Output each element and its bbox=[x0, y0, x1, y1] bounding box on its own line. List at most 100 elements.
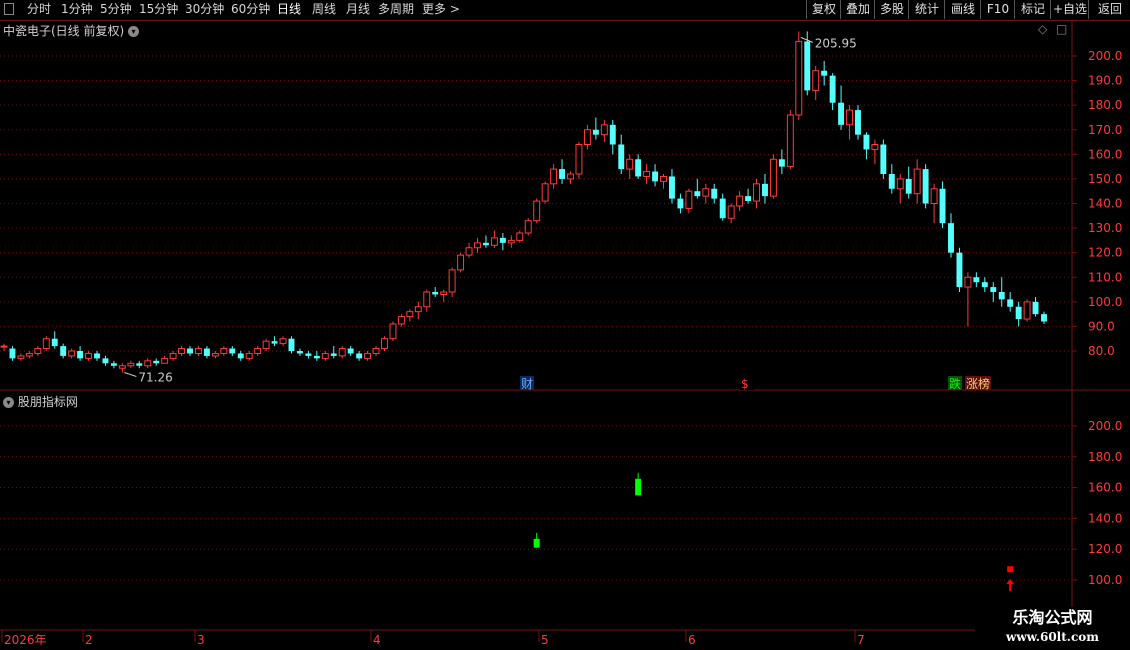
toolbar-button-5[interactable]: F10 bbox=[980, 0, 1015, 19]
candle-body[interactable] bbox=[930, 188, 938, 204]
candle-body[interactable] bbox=[347, 348, 354, 354]
candle-body[interactable] bbox=[118, 365, 126, 369]
toolbar-button-4[interactable]: 画线 bbox=[944, 0, 981, 19]
period-tab-4[interactable]: 30分钟 bbox=[185, 0, 224, 19]
candle-body[interactable] bbox=[313, 355, 320, 359]
candle-body[interactable] bbox=[195, 348, 202, 354]
candle-body[interactable] bbox=[288, 338, 295, 351]
candle-body[interactable] bbox=[635, 159, 642, 177]
candle-body[interactable] bbox=[618, 144, 625, 170]
candle-body[interactable] bbox=[440, 291, 448, 295]
candle-body[interactable] bbox=[778, 159, 785, 167]
candle-body[interactable] bbox=[575, 144, 583, 175]
candle-body[interactable] bbox=[262, 340, 270, 350]
period-tab-2[interactable]: 5分钟 bbox=[100, 0, 132, 19]
candle-body[interactable] bbox=[356, 353, 363, 359]
period-tab-8[interactable]: 月线 bbox=[346, 0, 370, 19]
candle-body[interactable] bbox=[719, 198, 726, 219]
candle-body[interactable] bbox=[956, 252, 963, 288]
candle-body[interactable] bbox=[187, 348, 193, 354]
candle-body[interactable] bbox=[423, 291, 431, 308]
candle-body[interactable] bbox=[643, 171, 651, 177]
candle-body[interactable] bbox=[559, 169, 566, 179]
candle-body[interactable] bbox=[102, 358, 109, 364]
candle-body[interactable] bbox=[414, 306, 422, 313]
candle-body[interactable] bbox=[203, 348, 210, 356]
event-marker[interactable]: 涨榜 bbox=[966, 376, 990, 391]
period-tab-9[interactable]: 多周期 bbox=[378, 0, 414, 19]
candle-body[interactable] bbox=[626, 158, 634, 170]
candle-body[interactable] bbox=[660, 175, 667, 182]
window-toggle-icon[interactable] bbox=[4, 3, 14, 15]
candle-body[interactable] bbox=[888, 174, 895, 189]
candle-body[interactable] bbox=[9, 348, 16, 359]
candle-body[interactable] bbox=[474, 242, 481, 249]
candle-body[interactable] bbox=[948, 223, 954, 253]
candle-body[interactable] bbox=[482, 242, 489, 246]
candle-body[interactable] bbox=[220, 348, 228, 354]
event-marker[interactable]: $ bbox=[741, 377, 749, 391]
candle-body[interactable] bbox=[338, 348, 346, 357]
candle-body[interactable] bbox=[863, 134, 870, 150]
candle-body[interactable] bbox=[711, 188, 718, 199]
candle-body[interactable] bbox=[516, 232, 524, 241]
candle-body[interactable] bbox=[77, 351, 84, 359]
candle-body[interactable] bbox=[795, 40, 803, 116]
candle-body[interactable] bbox=[702, 188, 710, 197]
period-tab-3[interactable]: 15分钟 bbox=[139, 0, 178, 19]
candle-body[interactable] bbox=[1015, 306, 1022, 320]
candle-body[interactable] bbox=[821, 70, 828, 76]
period-tab-5[interactable]: 60分钟 bbox=[231, 0, 270, 19]
toolbar-button-8[interactable]: 返回 bbox=[1088, 0, 1130, 19]
candle-body[interactable] bbox=[652, 171, 659, 182]
candle-body[interactable] bbox=[812, 70, 820, 91]
candle-body[interactable] bbox=[169, 352, 177, 359]
candle-body[interactable] bbox=[296, 351, 303, 354]
candle-body[interactable] bbox=[245, 352, 253, 359]
candle-body[interactable] bbox=[939, 188, 946, 224]
candle-body[interactable] bbox=[677, 198, 684, 209]
candle-body[interactable] bbox=[34, 348, 42, 354]
event-marker[interactable]: 跌 bbox=[949, 376, 961, 391]
candle-body[interactable] bbox=[432, 292, 439, 295]
chart-canvas[interactable]: 200.0 190.0 180.0 170.0 160.0 150.0 140.0 130.0… bbox=[0, 20, 1130, 650]
toolbar-button-0[interactable]: 复权 bbox=[806, 0, 841, 19]
candle-body[interactable] bbox=[364, 352, 372, 359]
candle-body[interactable] bbox=[600, 124, 608, 136]
candle-body[interactable] bbox=[727, 205, 735, 219]
candle-body[interactable] bbox=[736, 195, 744, 207]
candle-body[interactable] bbox=[609, 124, 616, 145]
candle-body[interactable] bbox=[567, 173, 574, 180]
candle-body[interactable] bbox=[0, 345, 8, 348]
candle-body[interactable] bbox=[110, 363, 117, 366]
candle-body[interactable] bbox=[541, 183, 549, 202]
candle-body[interactable] bbox=[524, 220, 532, 234]
period-tab-1[interactable]: 1分钟 bbox=[61, 0, 93, 19]
candle-body[interactable] bbox=[330, 353, 337, 356]
candle-body[interactable] bbox=[981, 282, 988, 288]
candle-body[interactable] bbox=[144, 360, 152, 367]
candle-body[interactable] bbox=[685, 190, 693, 209]
period-tab-7[interactable]: 周线 bbox=[312, 0, 336, 19]
candle-body[interactable] bbox=[669, 176, 675, 199]
candle-body[interactable] bbox=[490, 237, 498, 246]
candle-body[interactable] bbox=[94, 353, 100, 359]
candle-body[interactable] bbox=[229, 348, 236, 354]
candle-body[interactable] bbox=[583, 129, 591, 145]
candle-body[interactable] bbox=[745, 196, 752, 202]
candle-body[interactable] bbox=[880, 144, 887, 175]
candle-body[interactable] bbox=[507, 239, 515, 244]
toolbar-button-1[interactable]: 叠加 bbox=[840, 0, 875, 19]
toolbar-button-7[interactable]: +自选 bbox=[1050, 0, 1089, 19]
period-tab-0[interactable]: 分时 bbox=[27, 0, 51, 19]
event-marker[interactable]: 财 bbox=[521, 377, 533, 391]
candle-body[interactable] bbox=[1007, 299, 1014, 307]
candle-body[interactable] bbox=[68, 350, 76, 357]
candle-body[interactable] bbox=[51, 338, 58, 347]
candle-body[interactable] bbox=[550, 168, 558, 185]
candle-body[interactable] bbox=[381, 338, 388, 350]
candle-body[interactable] bbox=[592, 129, 599, 135]
toolbar-button-3[interactable]: 统计 bbox=[908, 0, 945, 19]
candle-body[interactable] bbox=[786, 114, 794, 168]
candle-body[interactable] bbox=[254, 348, 262, 354]
